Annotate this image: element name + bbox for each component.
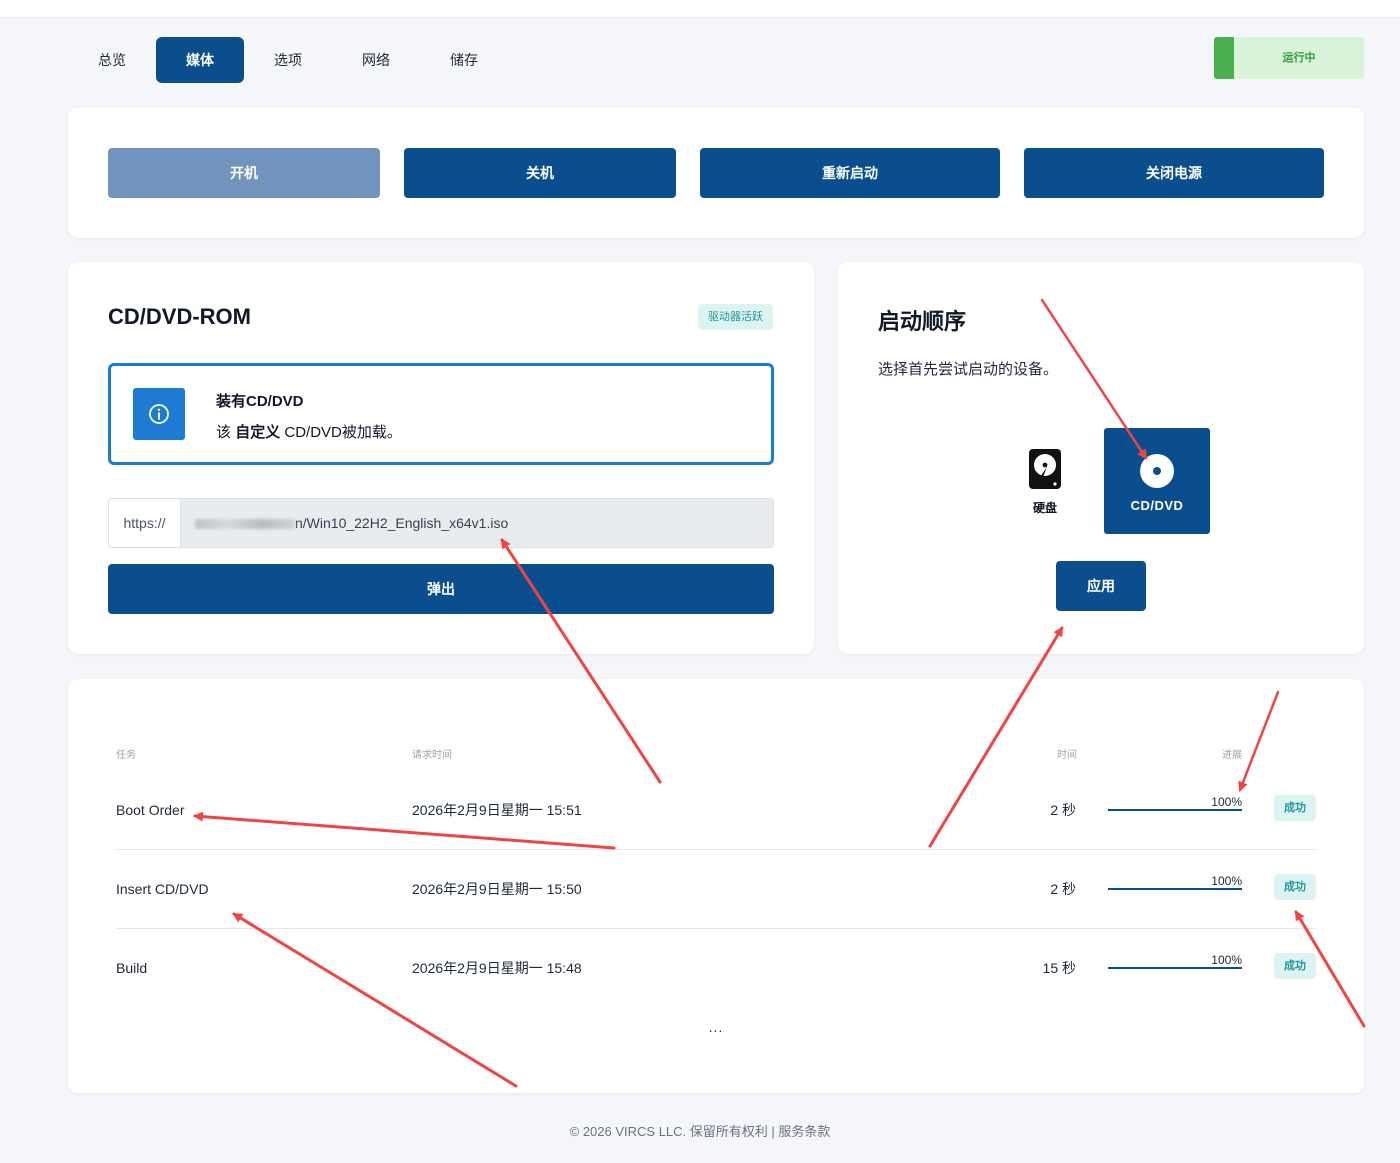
tab-network[interactable]: 网络 <box>332 37 420 83</box>
task-progress: 100% <box>1108 872 1242 890</box>
header-duration: 时间 <box>1057 750 1077 761</box>
notice-prefix: 该 <box>216 424 232 441</box>
table-row: Build 2026年2月9日星期一 15:48 15 秒 100% 成功 <box>116 929 1316 1008</box>
table-row: Insert CD/DVD 2026年2月9日星期一 15:50 2 秒 100… <box>116 850 1316 929</box>
status-badge: 成功 <box>1274 953 1316 979</box>
tab-overview[interactable]: 总览 <box>68 37 156 83</box>
shutdown-button[interactable]: 关机 <box>404 148 676 198</box>
task-requested-time: 2026年2月9日星期一 15:51 <box>412 802 582 818</box>
hard-disk-icon <box>1029 449 1061 489</box>
task-requested-time: 2026年2月9日星期一 15:50 <box>412 881 582 897</box>
header-requested-time: 请求时间 <box>412 750 452 761</box>
cdrom-card: CD/DVD-ROM 驱动器活跃 装有CD/DVD 该 自定义 CD/DVD被加… <box>68 262 814 654</box>
power-off-button[interactable]: 关闭电源 <box>1024 148 1324 198</box>
cd-loaded-notice: 装有CD/DVD 该 自定义 CD/DVD被加载。 <box>108 363 774 465</box>
task-name: Build <box>116 960 148 976</box>
boot-order-card: 启动顺序 选择首先尝试启动的设备。 硬盘 CD/DVD 应用 <box>838 262 1364 654</box>
cddvd-label: CD/DVD <box>1130 498 1184 513</box>
cdrom-title: CD/DVD-ROM <box>108 304 251 329</box>
power-on-button[interactable]: 开机 <box>108 148 380 198</box>
task-progress: 100% <box>1108 793 1242 811</box>
disc-icon <box>1140 454 1174 488</box>
restart-button[interactable]: 重新启动 <box>700 148 1000 198</box>
table-row: Boot Order 2026年2月9日星期一 15:51 2 秒 100% 成… <box>116 771 1316 850</box>
page-footer: © 2026 VIRCS LLC. 保留所有权利 | 服务条款 <box>569 1124 831 1139</box>
redacted-text <box>195 519 295 530</box>
iso-url-text: n/Win10_22H2_English_x64v1.iso <box>295 515 509 531</box>
notice-text: 该 自定义 CD/DVD被加载。 <box>216 421 402 442</box>
drive-active-badge: 驱动器活跃 <box>698 304 773 330</box>
status-badge: 成功 <box>1274 795 1316 821</box>
tab-options[interactable]: 选项 <box>244 37 332 83</box>
hdd-label: 硬盘 <box>1032 501 1057 515</box>
info-icon <box>133 388 185 440</box>
eject-button[interactable]: 弹出 <box>108 564 774 614</box>
header-task: 任务 <box>116 750 136 761</box>
boot-order-description: 选择首先尝试启动的设备。 <box>878 361 1059 378</box>
tab-media[interactable]: 媒体 <box>156 37 244 83</box>
task-name: Boot Order <box>116 802 185 818</box>
tab-storage[interactable]: 储存 <box>420 37 508 83</box>
notice-strong: 自定义 <box>235 424 281 441</box>
url-scheme-prefix: https:// <box>109 499 181 547</box>
status-indicator: 运行中 <box>1214 37 1364 79</box>
notice-suffix: CD/DVD被加载。 <box>284 424 402 441</box>
apply-button[interactable]: 应用 <box>1056 561 1146 611</box>
boot-option-cddvd[interactable]: CD/DVD <box>1104 428 1210 534</box>
status-color-bar <box>1214 37 1234 79</box>
task-name: Insert CD/DVD <box>116 881 209 897</box>
task-duration: 2 秒 <box>1050 881 1076 897</box>
status-label: 运行中 <box>1282 52 1316 64</box>
notice-title: 装有CD/DVD <box>216 393 304 410</box>
task-duration: 2 秒 <box>1050 802 1076 818</box>
iso-url-field: https:// n/Win10_22H2_English_x64v1.iso <box>108 498 774 548</box>
boot-order-title: 启动顺序 <box>878 309 967 334</box>
status-badge: 成功 <box>1274 874 1316 900</box>
task-progress: 100% <box>1108 951 1242 969</box>
tab-bar: 总览 媒体 选项 网络 储存 <box>68 37 508 83</box>
load-more-ellipsis[interactable]: ... <box>704 1019 728 1035</box>
task-requested-time: 2026年2月9日星期一 15:48 <box>412 960 582 976</box>
boot-option-hdd[interactable]: 硬盘 <box>1020 448 1070 518</box>
task-history-card: 任务 请求时间 时间 进展 Boot Order 2026年2月9日星期一 15… <box>68 679 1364 1093</box>
power-controls-card: 开机 关机 重新启动 关闭电源 <box>68 108 1364 238</box>
iso-url-input[interactable]: n/Win10_22H2_English_x64v1.iso <box>181 499 773 547</box>
task-duration: 15 秒 <box>1042 960 1076 976</box>
top-bar <box>0 0 1400 18</box>
header-progress: 进展 <box>1222 750 1242 761</box>
